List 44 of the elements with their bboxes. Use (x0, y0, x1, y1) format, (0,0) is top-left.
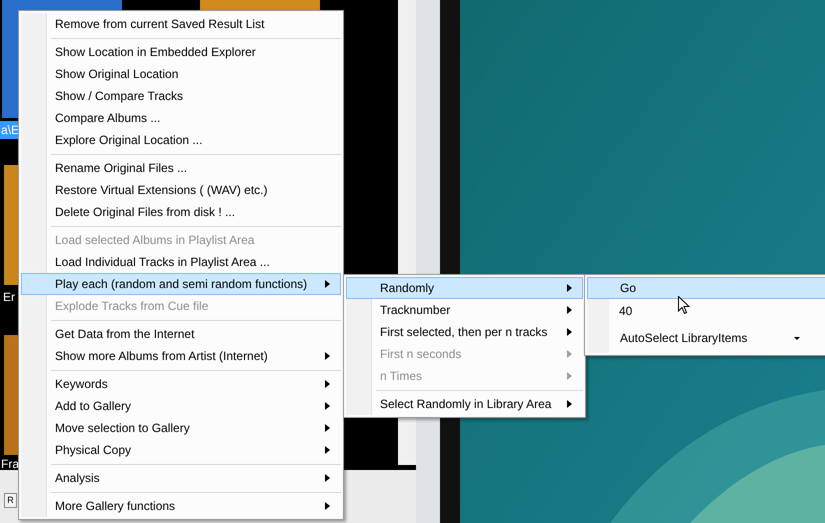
menu-item[interactable]: Remove from current Saved Result List (21, 13, 341, 35)
submenu-arrow-icon (325, 446, 330, 454)
album-label: Fra (0, 456, 20, 473)
menu-item[interactable]: Show more Albums from Artist (Internet) (21, 345, 341, 367)
menu-item[interactable]: Compare Albums ... (21, 107, 341, 129)
submenu-arrow-icon (567, 350, 572, 358)
submenu-arrow-icon (325, 424, 330, 432)
caret-icon (794, 336, 800, 340)
menu-item[interactable]: Play each (random and semi random functions) (21, 273, 341, 295)
menu-item[interactable]: Show / Compare Tracks (21, 85, 341, 107)
go-button[interactable]: Go (587, 277, 825, 299)
menu-item[interactable]: Rename Original Files ... (21, 157, 341, 179)
menu-item[interactable]: Move selection to Gallery (21, 417, 341, 439)
album-label: Er (2, 289, 16, 306)
submenu-arrow-icon (325, 502, 330, 510)
menu-item[interactable]: Show Original Location (21, 63, 341, 85)
submenu-arrow-icon (567, 306, 572, 314)
menu-item[interactable]: Analysis (21, 467, 341, 489)
menu-item[interactable]: Physical Copy (21, 439, 341, 461)
submenu-arrow-icon (567, 372, 572, 380)
menu-item[interactable]: Get Data from the Internet (21, 323, 341, 345)
submenu-arrow-icon (325, 380, 330, 388)
menu-item[interactable]: Load Individual Tracks in Playlist Area ... (21, 251, 341, 273)
menu-item[interactable]: Delete Original Files from disk ! ... (21, 201, 341, 223)
menu-item[interactable]: Add to Gallery (21, 395, 341, 417)
menu-item[interactable]: Restore Virtual Extensions ( (WAV) etc.) (21, 179, 341, 201)
submenu-arrow-icon (567, 284, 572, 292)
submenu-arrow-icon (567, 400, 572, 408)
submenu-arrow-icon (325, 474, 330, 482)
menu-item[interactable]: Show Location in Embedded Explorer (21, 41, 341, 63)
menu-item[interactable]: More Gallery functions (21, 495, 341, 517)
submenu-arrow-icon (325, 280, 330, 288)
submenu-arrow-icon (325, 352, 330, 360)
submenu-arrow-icon (325, 402, 330, 410)
menu-item[interactable]: First selected, then per n tracks (346, 321, 583, 343)
r-button[interactable]: R (4, 493, 17, 508)
menu-item[interactable]: Tracknumber (346, 299, 583, 321)
menu-item[interactable]: Select Randomly in Library Area (346, 393, 583, 415)
menu-item[interactable]: Explore Original Location ... (21, 129, 341, 151)
menu-item[interactable]: Keywords (21, 373, 341, 395)
menu-item[interactable]: Randomly (346, 277, 583, 299)
album-label: a\E (0, 121, 20, 139)
submenu-arrow-icon (567, 328, 572, 336)
mouse-cursor-icon (678, 296, 690, 315)
